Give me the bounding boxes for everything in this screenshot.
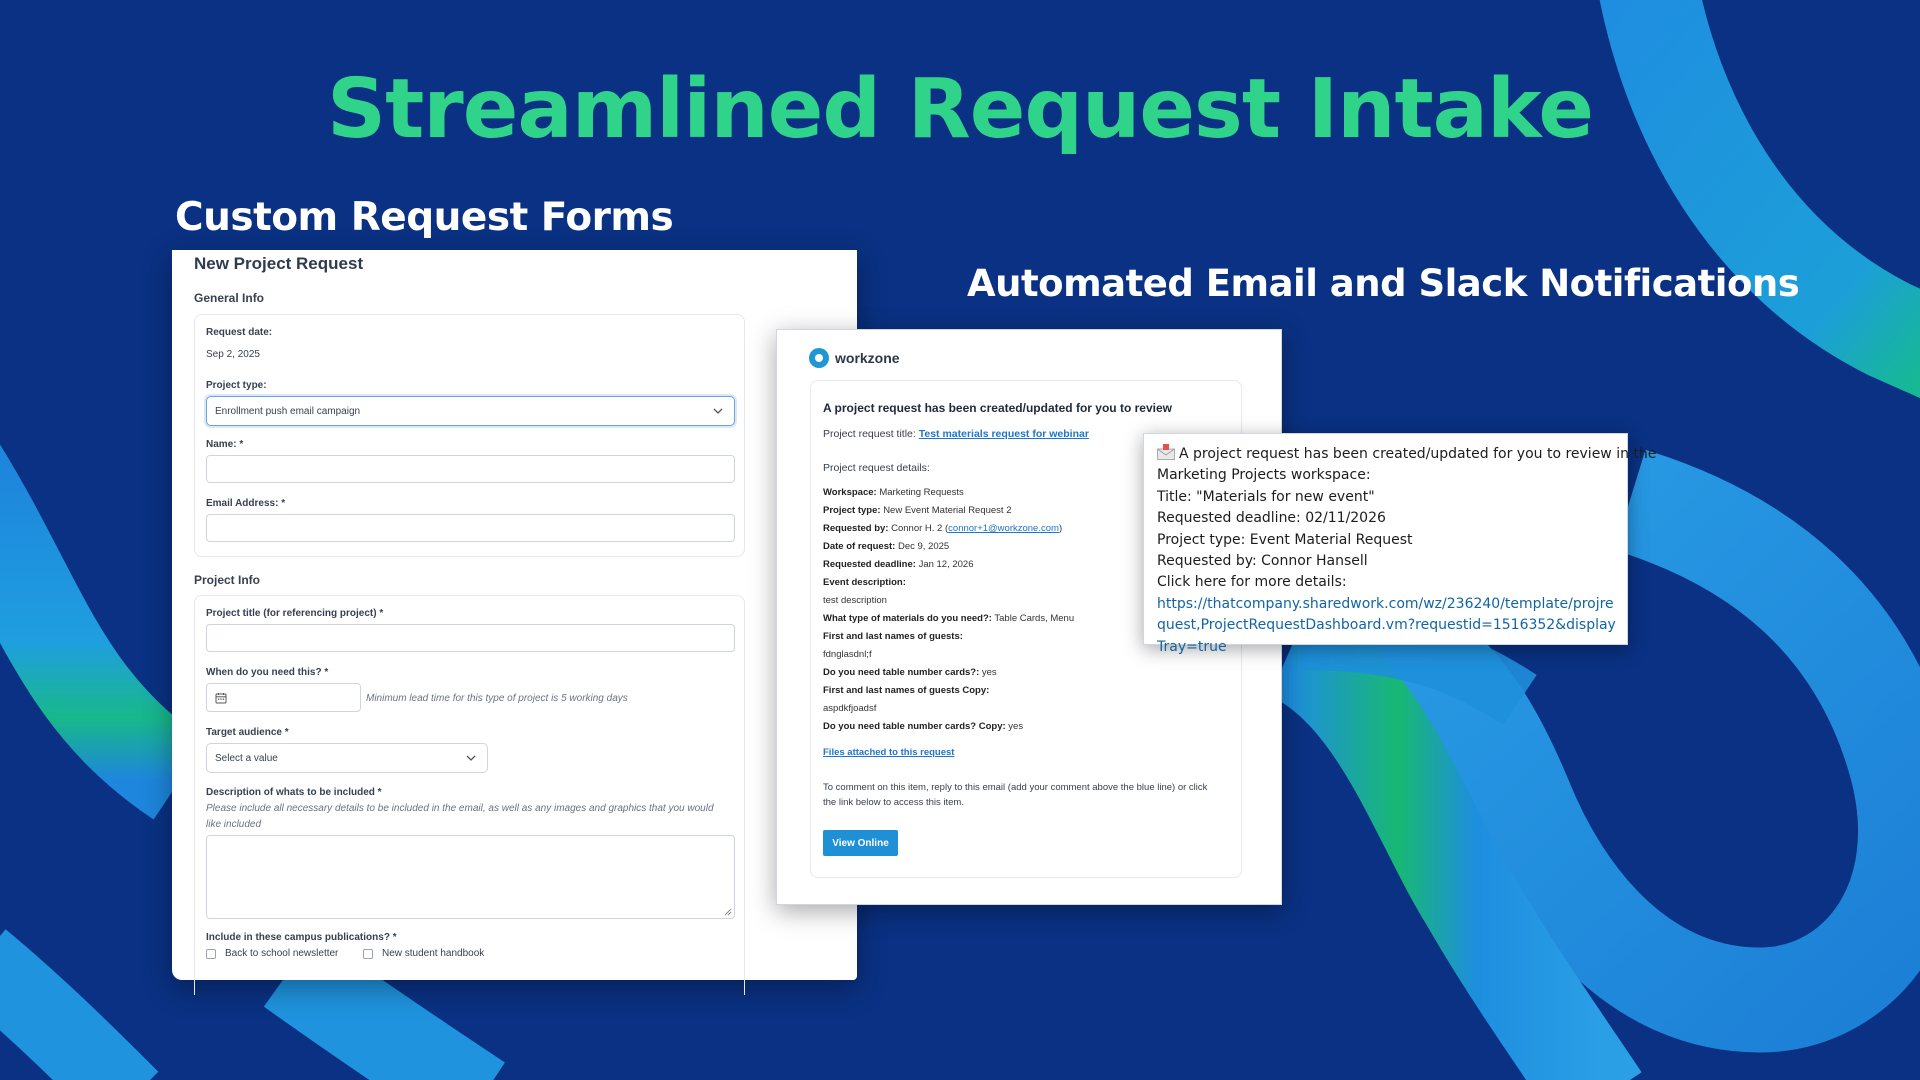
detail-row: Date of request: Dec 9, 2025	[823, 541, 950, 552]
form-title: New Project Request	[194, 254, 364, 273]
slack-line: Project type: Event Material Request	[1157, 531, 1413, 548]
project-title-label: Project title (for referencing project) …	[206, 608, 384, 619]
detail-row: fdnglasdnl;f	[823, 649, 872, 660]
publication-option-handbook[interactable]: New student handbook	[363, 948, 484, 959]
slack-line: Requested by: Connor Hansell	[1157, 553, 1368, 570]
publication-option-label: New student handbook	[382, 948, 485, 959]
checkbox[interactable]	[206, 948, 216, 959]
description-hint: Please include all necessary details to …	[206, 803, 714, 830]
email-title-label: Project request title:	[823, 428, 916, 440]
notifications-section-title: Automated Email and Slack Notifications	[967, 262, 1800, 305]
detail-row: Workspace: Marketing Requests	[823, 487, 964, 498]
detail-row: aspdkfjoadsf	[823, 703, 877, 714]
detail-row: What type of materials do you need?: Tab…	[823, 613, 1075, 624]
slack-details-link[interactable]: https://thatcompany.sharedwork.com/wz/23…	[1157, 594, 1617, 658]
slack-line: Click here for more details:	[1157, 574, 1347, 591]
name-input[interactable]	[206, 455, 735, 483]
email-title-link[interactable]: Test materials request for webinar	[919, 428, 1089, 440]
email-label: Email Address: *	[206, 498, 286, 509]
request-date-value: Sep 2, 2025	[206, 349, 260, 360]
detail-row: test description	[823, 595, 887, 606]
project-type-label: Project type:	[206, 380, 267, 391]
checkbox[interactable]	[363, 948, 373, 959]
requester-email-link[interactable]: connor+1@workzone.com	[948, 523, 1059, 534]
detail-row: Requested by: Connor H. 2 (connor+1@work…	[823, 523, 1063, 534]
when-label: When do you need this? *	[206, 667, 329, 678]
chevron-down-icon	[713, 408, 723, 414]
target-audience-placeholder: Select a value	[215, 753, 278, 764]
date-input[interactable]	[206, 683, 361, 712]
project-title-input[interactable]	[206, 624, 735, 652]
detail-row: Do you need table number cards?: yes	[823, 667, 997, 678]
publication-option-newsletter[interactable]: Back to school newsletter	[206, 948, 338, 959]
name-label: Name: *	[206, 439, 244, 450]
project-info-label: Project Info	[194, 573, 261, 587]
workzone-logo-icon	[809, 348, 829, 368]
email-input[interactable]	[206, 514, 735, 542]
detail-row: First and last names of guests Copy:	[823, 685, 990, 696]
detail-row: Event description:	[823, 577, 906, 588]
workzone-logo: workzone	[809, 348, 900, 368]
description-textarea[interactable]	[206, 835, 735, 919]
project-type-value: Enrollment push email campaign	[215, 406, 361, 417]
email-title-line: Project request title: Test materials re…	[823, 428, 1089, 440]
chevron-down-icon	[466, 755, 476, 761]
detail-row: Do you need table number cards? Copy: ye…	[823, 721, 1024, 732]
detail-row: Project type: New Event Material Request…	[823, 505, 1012, 516]
lead-time-hint: Minimum lead time for this type of proje…	[366, 693, 628, 704]
calendar-icon	[215, 693, 227, 704]
project-type-select[interactable]: Enrollment push email campaign	[206, 396, 735, 426]
slack-line: Marketing Projects workspace:	[1157, 467, 1371, 484]
resize-handle-icon[interactable]	[724, 908, 732, 916]
forms-section-title: Custom Request Forms	[175, 195, 674, 240]
slack-line: Requested deadline: 02/11/2026	[1157, 510, 1386, 527]
slack-line: Title: "Materials for new event"	[1157, 488, 1375, 505]
email-details-label: Project request details:	[823, 462, 930, 474]
files-attached-link[interactable]: Files attached to this request	[823, 747, 954, 758]
comment-instructions: To comment on this item, reply to this e…	[823, 782, 1208, 808]
publication-option-label: Back to school newsletter	[225, 948, 339, 959]
detail-row: Requested deadline: Jan 12, 2026	[823, 559, 974, 570]
publications-label: Include in these campus publications? *	[206, 932, 397, 943]
target-audience-label: Target audience *	[206, 727, 289, 738]
general-info-label: General Info	[194, 291, 265, 305]
brand-name: workzone	[835, 350, 900, 366]
slack-line: A project request has been created/updat…	[1157, 444, 1656, 465]
envelope-icon	[1157, 444, 1175, 460]
request-form-panel: New Project Request General Info Request…	[172, 250, 857, 995]
target-audience-select[interactable]: Select a value	[206, 743, 488, 773]
page-headline: Streamlined Request Intake	[327, 62, 1594, 157]
request-date-label: Request date:	[206, 327, 273, 338]
view-online-button[interactable]: View Online	[823, 830, 898, 856]
description-label: Description of whats to be included *	[206, 787, 382, 798]
slack-notification-panel: A project request has been created/updat…	[1143, 433, 1656, 655]
email-heading: A project request has been created/updat…	[823, 401, 1172, 415]
detail-row: First and last names of guests:	[823, 631, 963, 642]
